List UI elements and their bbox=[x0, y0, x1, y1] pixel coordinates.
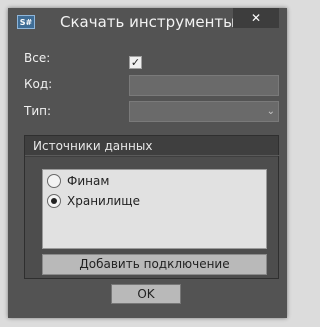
chevron-down-icon: ⌄ bbox=[266, 106, 275, 117]
type-label: Тип: bbox=[24, 104, 52, 118]
sources-list[interactable]: Финам Хранилище bbox=[42, 169, 267, 249]
code-input[interactable] bbox=[129, 75, 279, 96]
ok-button[interactable]: OK bbox=[111, 284, 181, 304]
source-label: Финам bbox=[67, 174, 110, 188]
download-instruments-dialog: S# Скачать инструменты ✕ Все: ✓ Код: Тип… bbox=[8, 8, 287, 318]
close-icon: ✕ bbox=[250, 11, 262, 25]
close-button[interactable]: ✕ bbox=[233, 8, 279, 28]
all-label: Все: bbox=[24, 51, 51, 65]
check-icon: ✓ bbox=[130, 56, 141, 69]
code-label: Код: bbox=[24, 77, 53, 91]
radio-button[interactable] bbox=[47, 174, 61, 188]
add-connection-button[interactable]: Добавить подключение bbox=[42, 254, 267, 275]
data-sources-group: Источники данных Финам Хранилище Добавит… bbox=[24, 135, 280, 279]
data-sources-title: Источники данных bbox=[25, 136, 280, 156]
all-checkbox[interactable]: ✓ bbox=[129, 56, 142, 69]
title-bar[interactable]: S# Скачать инструменты ✕ bbox=[8, 8, 287, 36]
source-label: Хранилище bbox=[67, 194, 140, 208]
radio-button[interactable] bbox=[47, 194, 61, 208]
radio-selected-dot bbox=[51, 198, 57, 204]
type-select[interactable]: ⌄ bbox=[129, 101, 279, 122]
